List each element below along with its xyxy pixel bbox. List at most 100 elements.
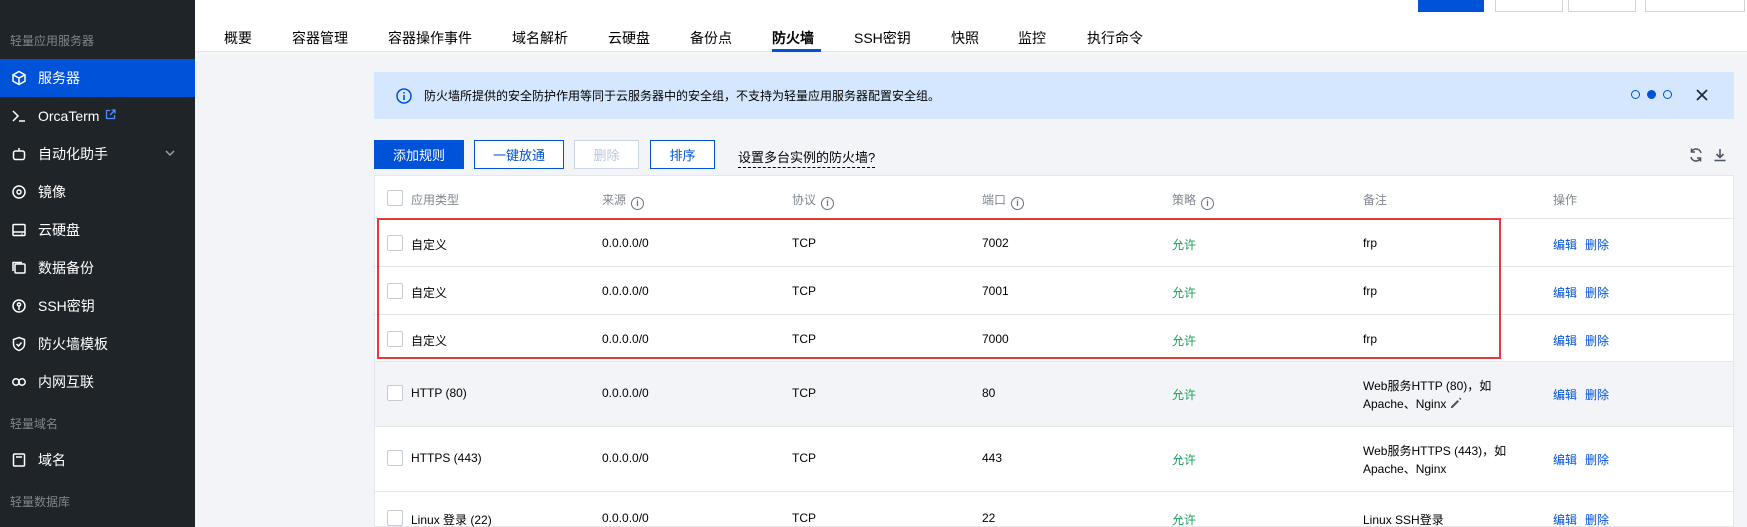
header-port: 端口 i: [982, 191, 1025, 210]
cell-remark: Web服务HTTPS (443)，如Apache、Nginx: [1363, 444, 1507, 476]
delete-button[interactable]: 删除: [574, 140, 639, 169]
delete-link[interactable]: 删除: [1585, 511, 1609, 527]
cell-app-type: HTTPS (443): [411, 451, 482, 465]
cell-source: 0.0.0.0/0: [602, 284, 649, 298]
row-checkbox[interactable]: [387, 331, 403, 347]
delete-link[interactable]: 删除: [1585, 284, 1609, 301]
sidebar-item-domain[interactable]: 域名: [0, 441, 195, 479]
delete-link[interactable]: 删除: [1585, 451, 1609, 468]
edit-link[interactable]: 编辑: [1553, 332, 1577, 349]
tab-monitor[interactable]: 监控: [1018, 28, 1046, 48]
cell-remark: Linux SSH登录: [1363, 513, 1444, 527]
notice-text: 防火墙所提供的安全防护作用等同于云服务器中的安全组，不支持为轻量应用服务器配置安…: [424, 89, 941, 103]
header-policy: 策略 i: [1172, 191, 1215, 210]
cell-port: 22: [982, 511, 996, 525]
sort-button[interactable]: 排序: [650, 140, 715, 169]
close-icon[interactable]: [1695, 88, 1709, 102]
info-icon[interactable]: i: [1011, 197, 1025, 210]
sidebar-item-backup[interactable]: 数据备份: [0, 249, 195, 287]
header-policy-label: 策略: [1172, 193, 1197, 207]
cell-remark: Web服务HTTP (80)，如Apache、Nginx: [1363, 377, 1513, 413]
edit-link[interactable]: 编辑: [1553, 451, 1577, 468]
link-icon: [10, 373, 28, 391]
refresh-icon[interactable]: [1688, 147, 1704, 163]
sidebar-item-intranet[interactable]: 内网互联: [0, 363, 195, 401]
sidebar-item-image[interactable]: 镜像: [0, 173, 195, 211]
top-button-3[interactable]: [1568, 0, 1636, 12]
cell-remark: frp: [1363, 284, 1378, 298]
info-icon[interactable]: i: [1201, 197, 1215, 210]
tab-backup-points[interactable]: 备份点: [690, 28, 732, 48]
header-source: 来源 i: [602, 191, 645, 210]
download-icon[interactable]: [1712, 147, 1728, 163]
pager-dot-active[interactable]: [1647, 90, 1656, 99]
sidebar-item-label: 数据备份: [38, 260, 94, 276]
row-checkbox[interactable]: [387, 385, 403, 401]
pager-dot[interactable]: [1631, 90, 1640, 99]
cell-app-type: 自定义: [411, 238, 448, 252]
one-click-allow-button[interactable]: 一键放通: [474, 140, 564, 169]
sidebar-group-lighthouse: 轻量应用服务器: [10, 34, 95, 48]
header-action: 操作: [1553, 193, 1578, 207]
tab-overview[interactable]: 概要: [224, 28, 252, 48]
edit-link[interactable]: 编辑: [1553, 386, 1577, 403]
sidebar-item-automation[interactable]: 自动化助手: [0, 135, 195, 173]
delete-link[interactable]: 删除: [1585, 236, 1609, 253]
table-row: 自定义 0.0.0.0/0 TCP 7000 允许 frp 编辑 删除: [375, 315, 1733, 362]
tab-snapshot[interactable]: 快照: [951, 28, 979, 48]
tab-ssh-key[interactable]: SSH密钥: [854, 28, 911, 48]
row-checkbox[interactable]: [387, 283, 403, 299]
multi-instance-firewall-link[interactable]: 设置多台实例的防火墙?: [738, 147, 876, 168]
row-checkbox[interactable]: [387, 235, 403, 251]
header-source-label: 来源: [602, 193, 627, 207]
tab-cloud-disk[interactable]: 云硬盘: [608, 28, 650, 48]
sidebar-item-cloud-disk[interactable]: 云硬盘: [0, 211, 195, 249]
select-all-checkbox[interactable]: [387, 190, 403, 206]
cell-app-type: 自定义: [411, 334, 448, 348]
info-icon[interactable]: i: [821, 197, 835, 210]
top-button-2[interactable]: [1495, 0, 1563, 12]
sidebar-item-orcaterm[interactable]: OrcaTerm: [0, 97, 195, 135]
cell-protocol: TCP: [792, 511, 816, 525]
sidebar-item-ssh-key[interactable]: SSH密钥: [0, 287, 195, 325]
cell-remark-text: Web服务HTTP (80)，如Apache、Nginx: [1363, 379, 1492, 411]
document-icon: [10, 451, 28, 469]
backup-icon: [10, 259, 28, 277]
cell-protocol: TCP: [792, 451, 816, 465]
top-button-4[interactable]: [1645, 0, 1745, 12]
pencil-icon[interactable]: [1450, 397, 1462, 409]
sidebar-item-label: 服务器: [38, 70, 80, 86]
edit-link[interactable]: 编辑: [1553, 511, 1577, 527]
top-primary-button[interactable]: [1418, 0, 1484, 12]
delete-link[interactable]: 删除: [1585, 332, 1609, 349]
sidebar-item-label: 内网互联: [38, 374, 94, 390]
tab-firewall[interactable]: 防火墙: [772, 28, 814, 48]
cell-policy: 允许: [1172, 238, 1197, 252]
tab-container-events[interactable]: 容器操作事件: [388, 28, 472, 48]
cell-port: 443: [982, 451, 1003, 465]
sidebar: 轻量应用服务器 服务器 OrcaTerm 自动化助手 镜像 云硬盘 数据备份 S…: [0, 0, 195, 527]
cell-port: 7000: [982, 332, 1009, 346]
row-checkbox[interactable]: [387, 450, 403, 466]
sidebar-item-firewall-template[interactable]: 防火墙模板: [0, 325, 195, 363]
sidebar-item-label: 域名: [38, 452, 66, 468]
tab-container-mgmt[interactable]: 容器管理: [292, 28, 348, 48]
edit-link[interactable]: 编辑: [1553, 284, 1577, 301]
pager-dot[interactable]: [1663, 90, 1672, 99]
cell-source: 0.0.0.0/0: [602, 511, 649, 525]
row-checkbox[interactable]: [387, 510, 403, 526]
disk-icon: [10, 221, 28, 239]
cell-port: 7002: [982, 236, 1009, 250]
info-icon[interactable]: i: [631, 197, 645, 210]
tab-dns[interactable]: 域名解析: [512, 28, 568, 48]
sidebar-item-label: 镜像: [38, 184, 66, 200]
edit-link[interactable]: 编辑: [1553, 236, 1577, 253]
chevron-down-icon[interactable]: [163, 146, 177, 160]
tab-exec-command[interactable]: 执行命令: [1087, 28, 1143, 48]
delete-link[interactable]: 删除: [1585, 386, 1609, 403]
active-tab-indicator: [772, 49, 821, 52]
table-header: 应用类型 来源 i 协议 i 端口 i 策略 i 备注 操作: [375, 176, 1733, 219]
sidebar-item-server[interactable]: 服务器: [0, 59, 195, 97]
disc-icon: [10, 183, 28, 201]
add-rule-button[interactable]: 添加规则: [374, 140, 464, 169]
